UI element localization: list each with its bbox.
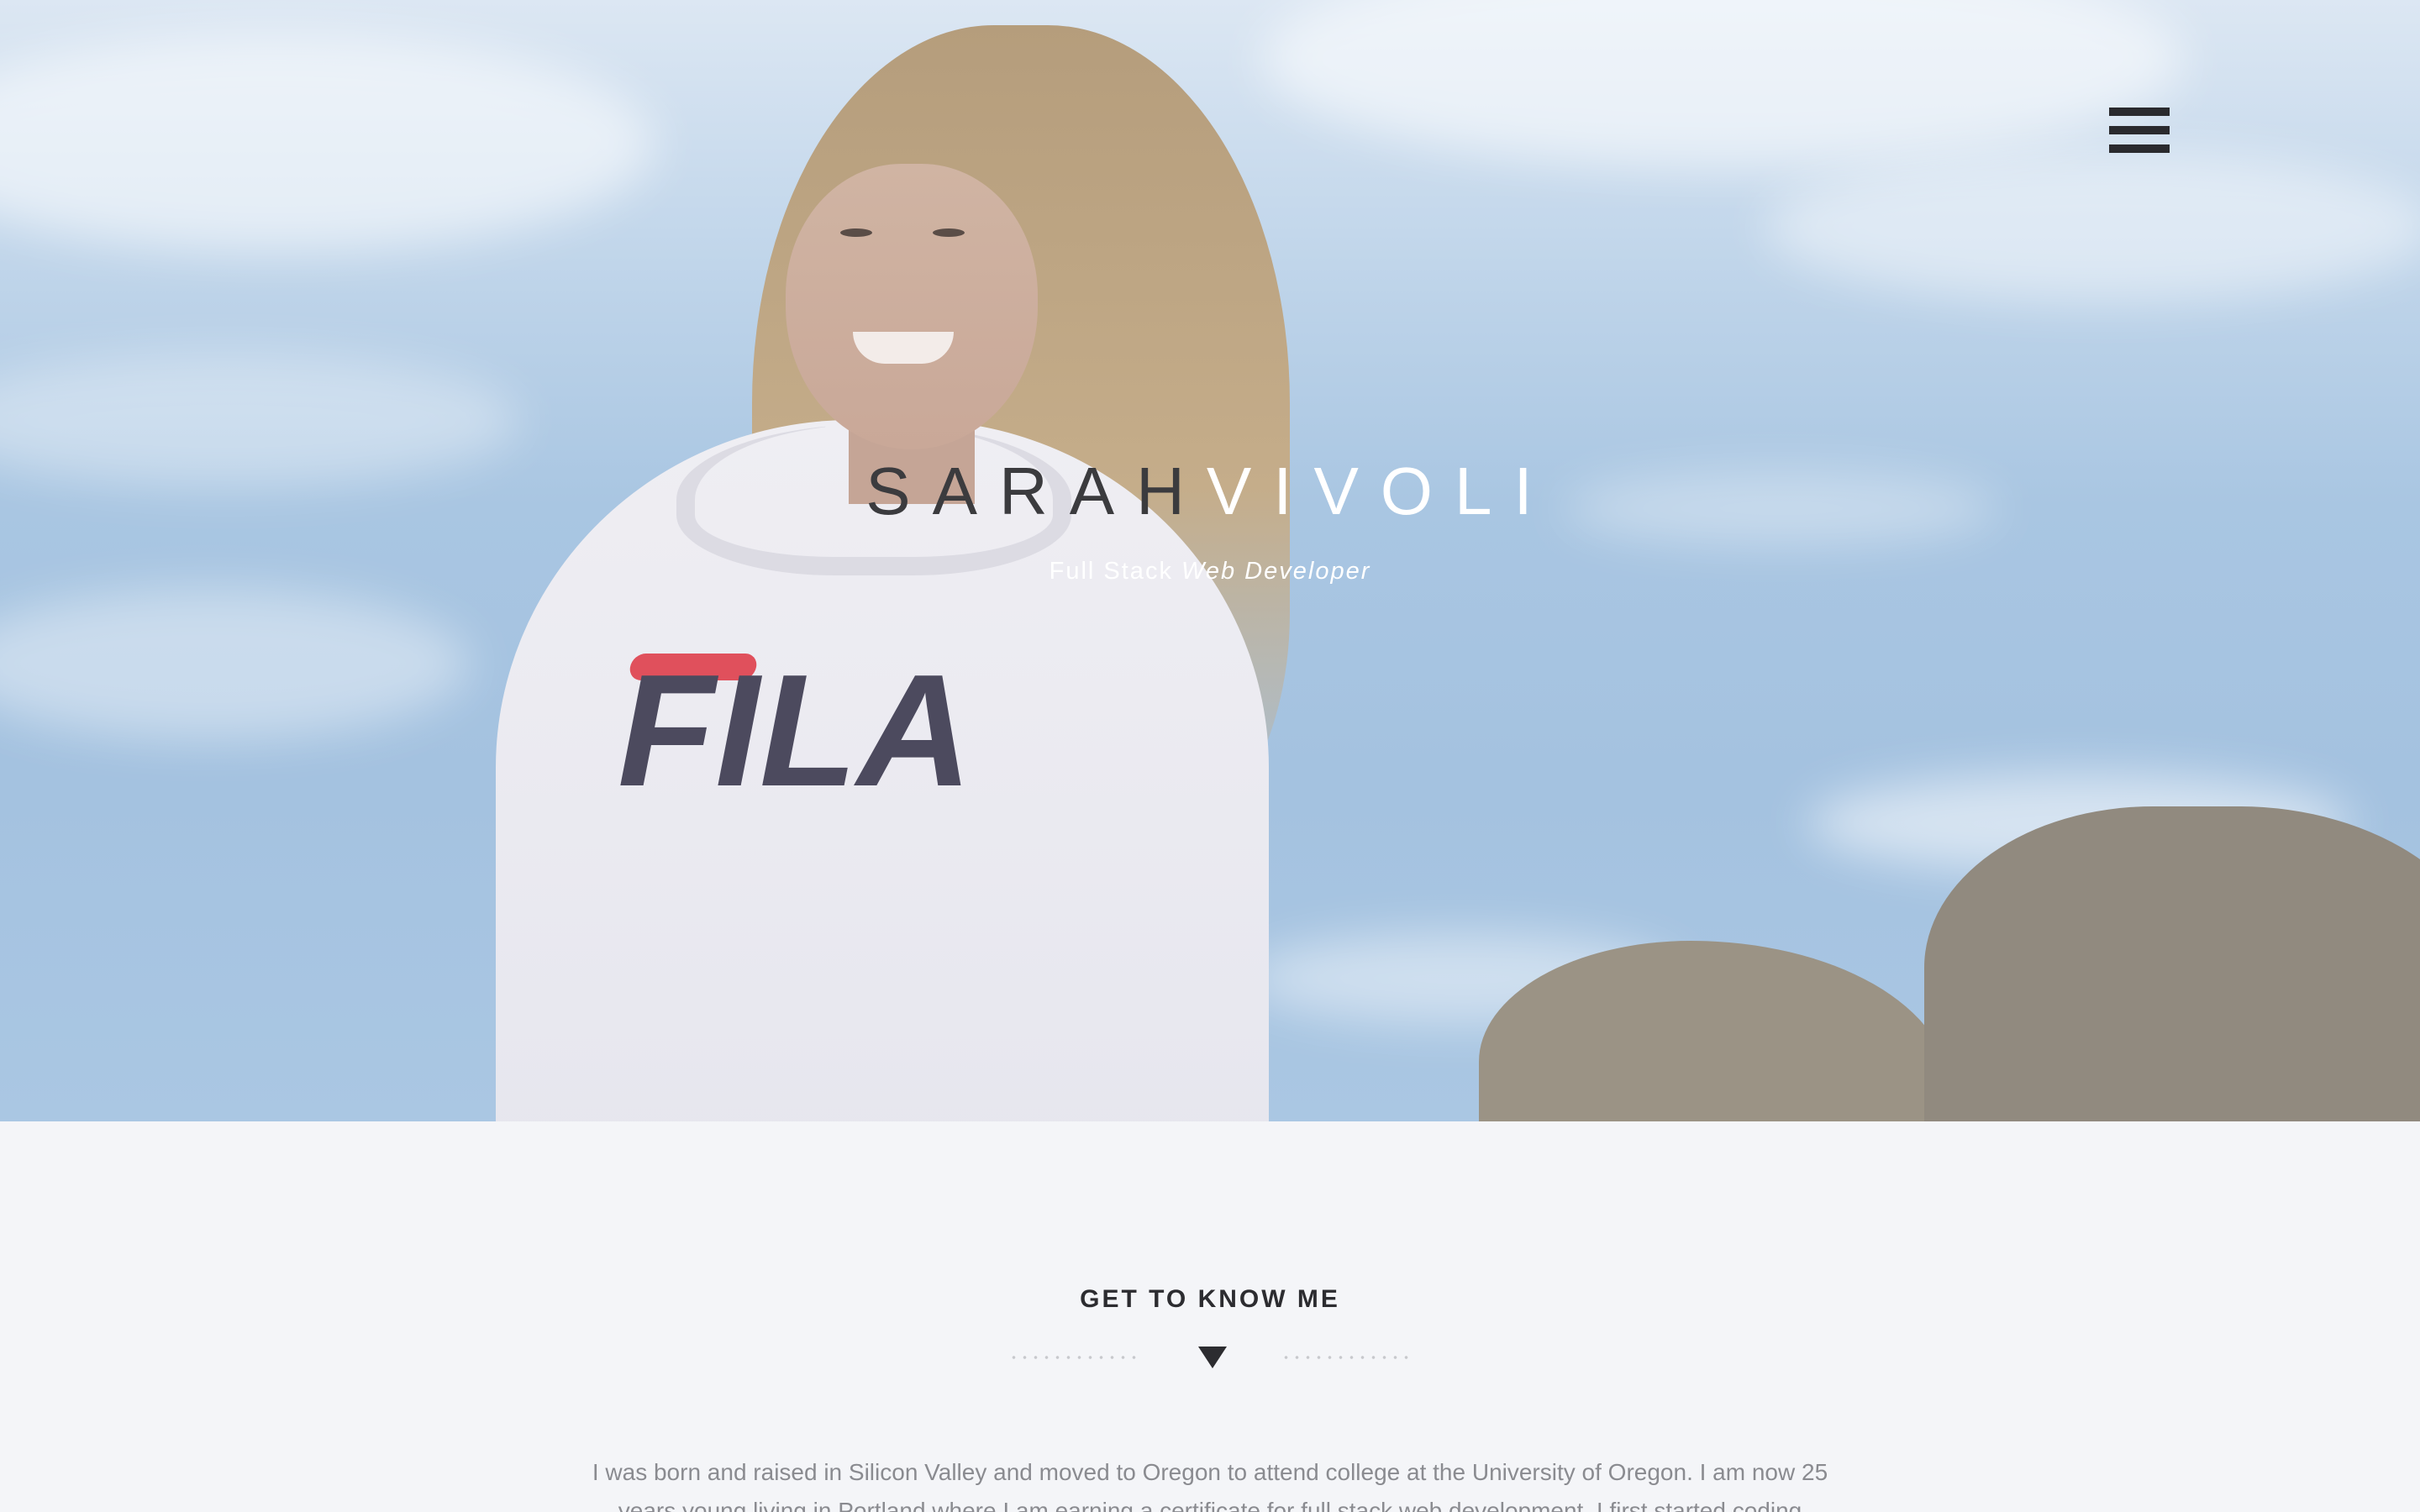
about-section: GET TO KNOW ME I was born and raised in … [0,1121,2420,1512]
hero-first-name: SARAH [865,454,1207,528]
hero-name: SARAHVIVOLI [0,445,2420,538]
rock-right [1924,806,2420,1121]
triangle-down-icon [1198,1347,1227,1368]
cloud [1765,151,2420,302]
divider-dots-right [1281,1356,1412,1359]
hero-title-block: SARAHVIVOLI Full Stack Web Developer [0,445,2420,585]
smile [853,332,954,364]
fila-logo: FILA [618,642,972,806]
face [786,164,1038,449]
hero-last-name: VIVOLI [1206,454,1555,528]
hero-subtitle-plain: Full Stack [1049,558,1173,585]
eye [840,228,872,237]
divider-dots-left [1008,1356,1139,1359]
section-divider [1008,1341,1412,1375]
about-paragraph: I was born and raised in Silicon Valley … [592,1459,1828,1512]
cloud [1260,0,2185,168]
menu-bar [2109,144,2170,153]
eye [933,228,965,237]
svg-text:FILA: FILA [618,642,972,806]
hamburger-menu-icon[interactable] [2109,108,2170,153]
cloud [0,588,471,739]
hero-subtitle-italic: Web Developer [1181,558,1371,585]
about-heading: GET TO KNOW ME [1080,1285,1340,1313]
hero-section: FILA SARAHVIVOLI Full Stack Web Develope… [0,0,2420,1121]
cloud [0,34,655,252]
menu-bar [2109,108,2170,116]
menu-bar [2109,126,2170,134]
hero-subtitle: Full Stack Web Developer [0,558,2420,585]
